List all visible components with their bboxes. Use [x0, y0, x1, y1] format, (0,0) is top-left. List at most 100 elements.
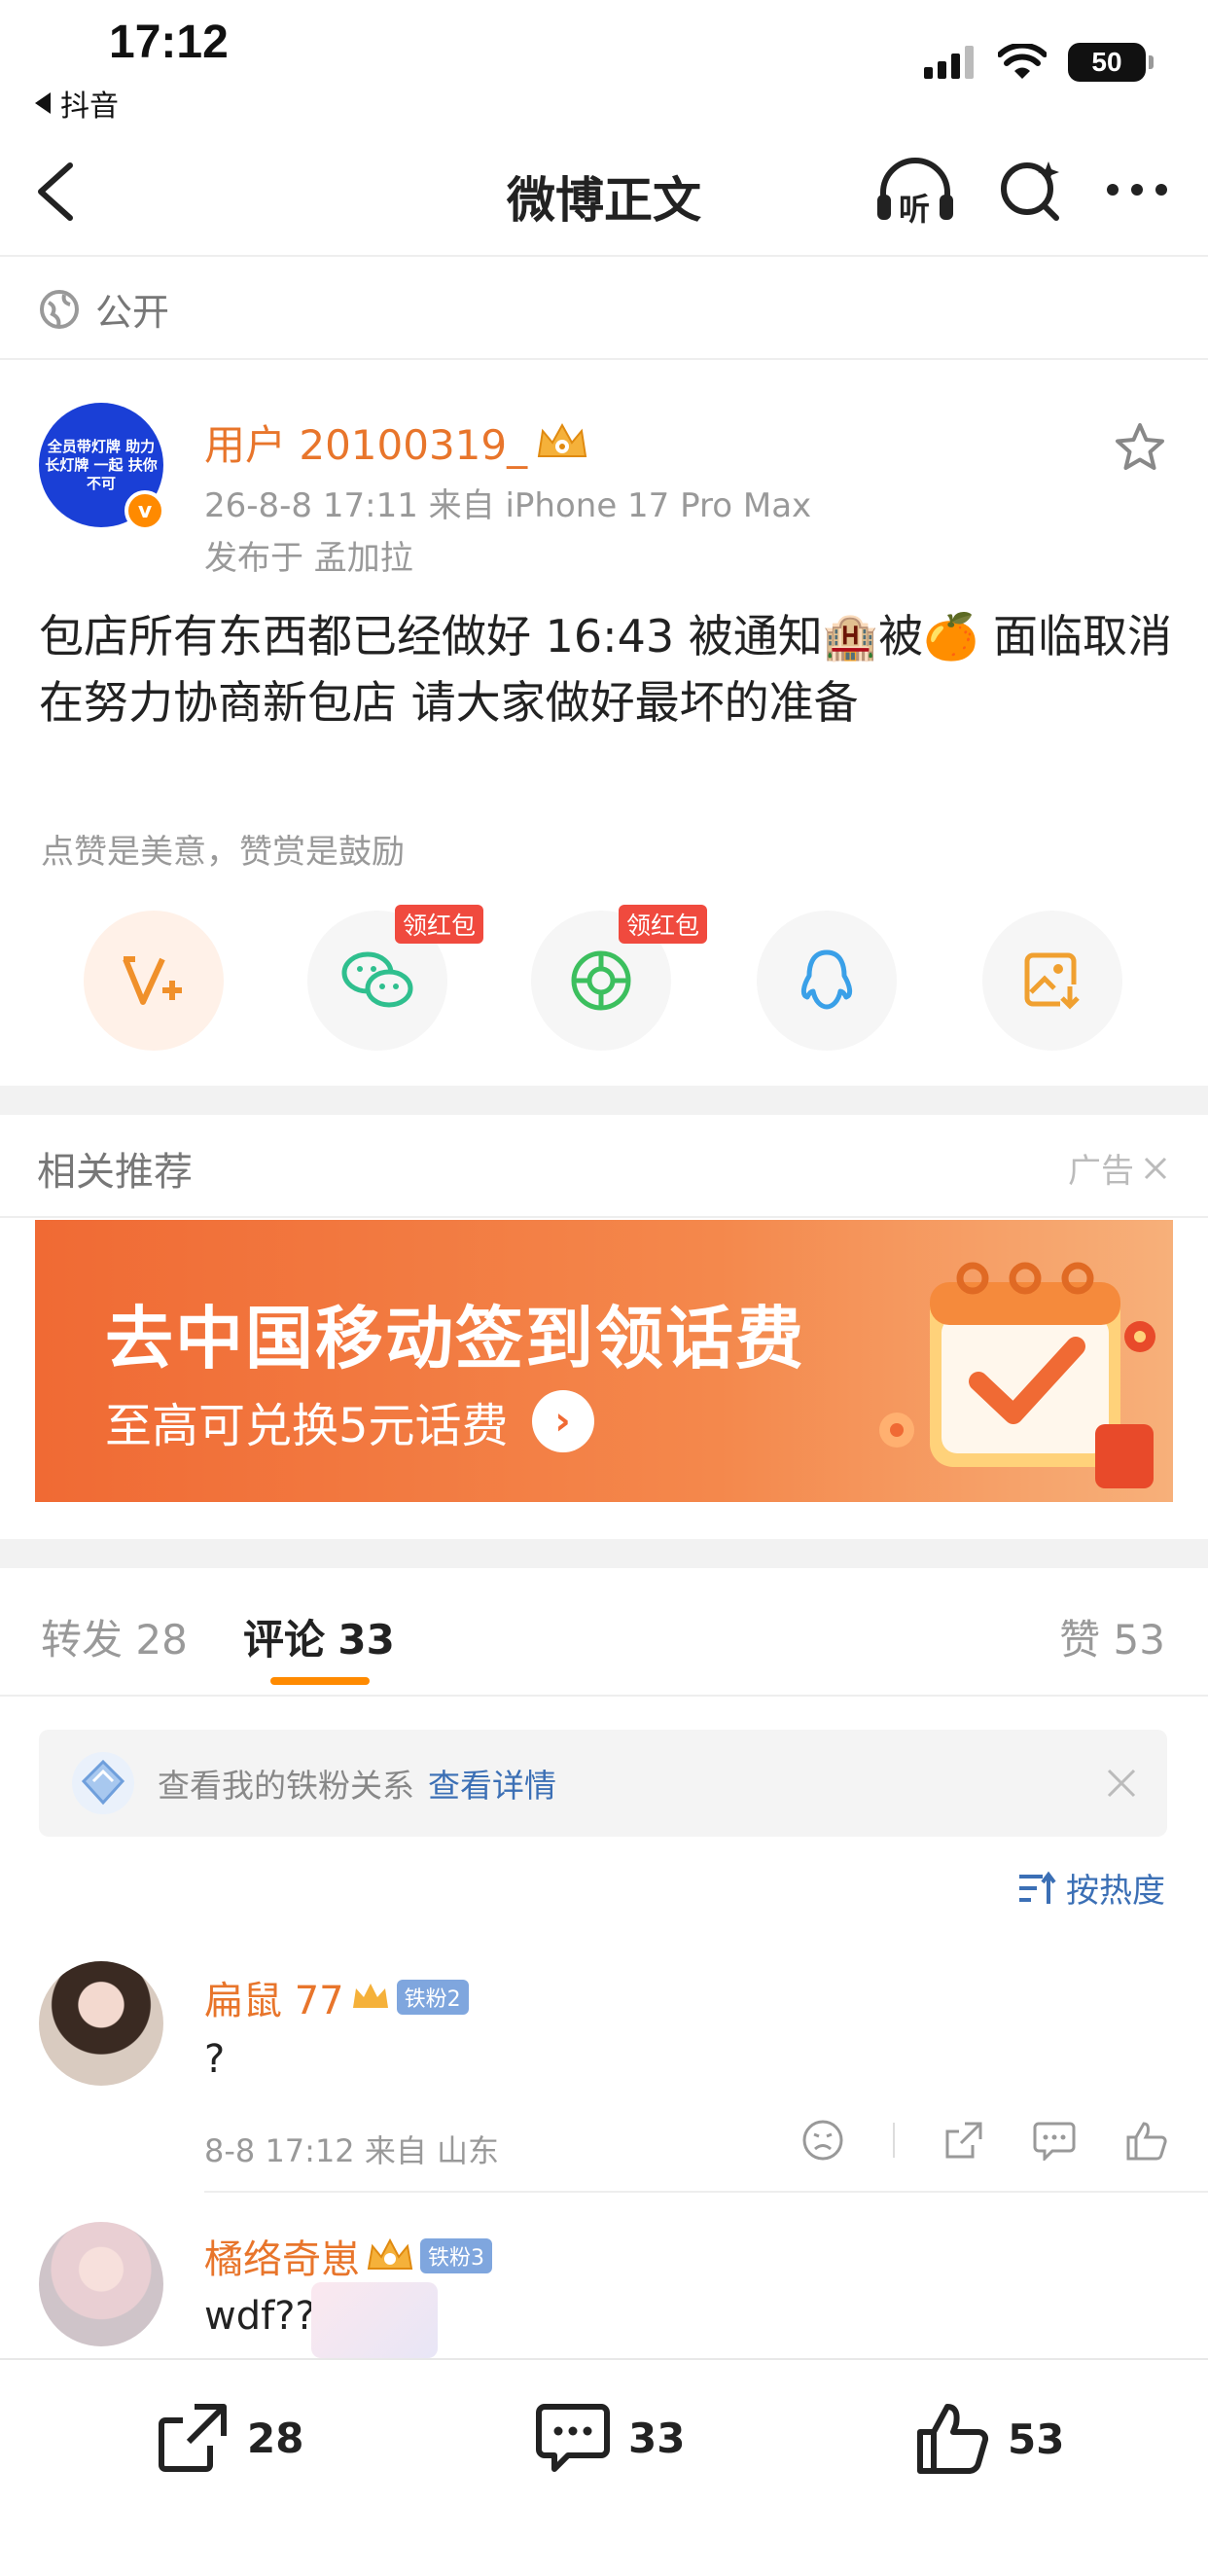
- diamond-badge-icon: [72, 1752, 134, 1814]
- sort-label: 按热度: [1066, 1872, 1165, 1911]
- bottom-like-button[interactable]: 53: [914, 2401, 1064, 2477]
- share-icon[interactable]: [943, 2120, 984, 2161]
- sort-toggle[interactable]: 按热度: [1017, 1864, 1165, 1912]
- listen-label: 听: [899, 191, 931, 228]
- comment-author[interactable]: 橘络奇崽 铁粉3: [204, 2228, 492, 2284]
- crown-icon: [537, 422, 587, 457]
- visibility-row: 公开: [39, 282, 169, 336]
- qq-penguin-icon: [800, 949, 853, 1010]
- tab-repost-count: 28: [135, 1616, 188, 1664]
- post-location: 发布于 孟加拉: [204, 539, 413, 578]
- tab-comment-count: 33: [338, 1616, 395, 1664]
- iron-fan-badge: 铁粉3: [420, 2238, 492, 2273]
- divider: [0, 358, 1208, 360]
- bottom-action-bar: 28 33 53: [0, 2358, 1208, 2576]
- back-to-app[interactable]: 抖音: [35, 82, 119, 125]
- divider: [0, 255, 1208, 257]
- wechat-icon: [341, 951, 413, 1008]
- back-app-label: 抖音: [60, 89, 119, 124]
- comment-sticker-image[interactable]: [311, 2282, 438, 2358]
- close-icon[interactable]: [1142, 1155, 1169, 1182]
- author-name[interactable]: 用户 20100319_: [204, 412, 589, 472]
- post-time-source: 26-8-8 17:11 来自 iPhone 17 Pro Max: [204, 486, 812, 525]
- save-image-button[interactable]: [982, 911, 1122, 1051]
- back-triangle-icon: [35, 92, 51, 114]
- banner-subtitle: 至高可兑换5元话费 ›: [105, 1387, 594, 1455]
- listen-button[interactable]: 听: [875, 156, 955, 228]
- comment-meta: 8-8 17:12 来自 山东: [204, 2132, 500, 2169]
- active-tab-indicator: [270, 1677, 370, 1685]
- nav-actions: 听: [875, 156, 1169, 228]
- iron-fans-link[interactable]: 查看详情: [428, 1760, 556, 1807]
- orange-emoji: 🍊: [923, 610, 979, 662]
- comment-author-name: 橘络奇崽: [204, 2237, 360, 2282]
- visibility-label: 公开: [95, 291, 170, 334]
- action-divider: [893, 2123, 895, 2158]
- tab-comment-label: 评论: [243, 1616, 326, 1664]
- like-thumb-icon: [917, 2404, 989, 2474]
- sort-icon: [1019, 1871, 1056, 1904]
- v-plus-icon: [123, 956, 182, 1005]
- bottom-comment-button[interactable]: 33: [535, 2401, 685, 2475]
- recommend-title: 相关推荐: [37, 1150, 193, 1195]
- author-name-text: 用户 20100319_: [204, 421, 528, 469]
- like-hint: 点赞是美意，赞赏是鼓励: [41, 833, 405, 872]
- crown-icon: [367, 2237, 413, 2270]
- comment-text: ?: [204, 2037, 226, 2082]
- comment-author-name: 扁鼠 77: [204, 1979, 344, 2023]
- share-icon: [159, 2404, 227, 2472]
- red-packet-tag: 领红包: [395, 905, 484, 944]
- comment-author[interactable]: 扁鼠 77 铁粉2: [204, 1969, 469, 2025]
- post-text-1: 包店所有东西都已经做好 16:43 被通知: [39, 610, 823, 662]
- iron-fan-badge: 铁粉2: [396, 1980, 469, 2015]
- wifi-icon: [998, 44, 1047, 79]
- bottom-repost-button[interactable]: 28: [156, 2401, 303, 2475]
- tab-like-label: 赞: [1059, 1616, 1101, 1664]
- section-gap: [0, 1086, 1208, 1115]
- like-thumb-icon[interactable]: [1124, 2120, 1167, 2161]
- divider: [204, 2191, 1208, 2193]
- ad-label[interactable]: 广告: [1068, 1144, 1169, 1192]
- post-body: 包店所有东西都已经做好 16:43 被通知🏨被🍊 面临取消 在努力协商新包店 请…: [39, 603, 1177, 735]
- favorite-star-icon[interactable]: [1113, 420, 1167, 475]
- globe-icon: [40, 289, 79, 329]
- battery-icon: 50: [1068, 43, 1154, 82]
- close-icon[interactable]: [1105, 1767, 1138, 1800]
- red-packet-tag: 领红包: [619, 905, 708, 944]
- divider: [0, 1216, 1208, 1218]
- iron-fans-text: 查看我的铁粉关系: [158, 1767, 414, 1805]
- tab-repost[interactable]: 转发 28: [41, 1607, 188, 1666]
- bottom-like-count: 53: [1008, 2415, 1065, 2463]
- calendar-check-icon: [879, 1262, 1155, 1488]
- more-icon[interactable]: [1105, 180, 1169, 199]
- comment-avatar[interactable]: [39, 2222, 163, 2346]
- comment-avatar[interactable]: [39, 1961, 163, 2086]
- tab-like[interactable]: 赞 53: [1059, 1607, 1165, 1666]
- tab-comment[interactable]: 评论 33: [243, 1607, 395, 1666]
- status-indicators: 50: [924, 43, 1154, 82]
- reward-button[interactable]: [84, 911, 224, 1051]
- avatar-text: 全员带灯牌 助力长灯牌 一起 扶你不可: [45, 437, 158, 492]
- reply-icon[interactable]: [1033, 2120, 1076, 2161]
- comment-actions: [801, 2119, 1167, 2162]
- dislike-face-icon[interactable]: [801, 2119, 844, 2162]
- crown-icon: [352, 1984, 388, 2008]
- status-time: 17:12: [109, 17, 229, 68]
- verified-badge-icon: v: [124, 490, 165, 531]
- section-gap: [0, 1539, 1208, 1568]
- cellular-signal-icon: [924, 46, 974, 79]
- share-qq-button[interactable]: [757, 911, 897, 1051]
- search-sparkle-icon[interactable]: [998, 158, 1062, 222]
- chevron-right-icon: ›: [531, 1390, 594, 1452]
- banner-title: 去中国移动签到领话费: [105, 1299, 805, 1378]
- iron-fans-banner[interactable]: 查看我的铁粉关系 查看详情: [39, 1730, 1167, 1837]
- ad-banner[interactable]: 去中国移动签到领话费 至高可兑换5元话费 ›: [35, 1220, 1173, 1502]
- tab-repost-label: 转发: [41, 1616, 124, 1664]
- bottom-comment-count: 33: [628, 2414, 686, 2462]
- moments-icon: [571, 950, 631, 1011]
- post-text-2: 被: [878, 610, 924, 662]
- tab-like-count: 53: [1113, 1616, 1165, 1664]
- bottom-repost-count: 28: [247, 2414, 304, 2462]
- divider: [0, 1695, 1208, 1697]
- comment-bubble-icon: [536, 2404, 610, 2472]
